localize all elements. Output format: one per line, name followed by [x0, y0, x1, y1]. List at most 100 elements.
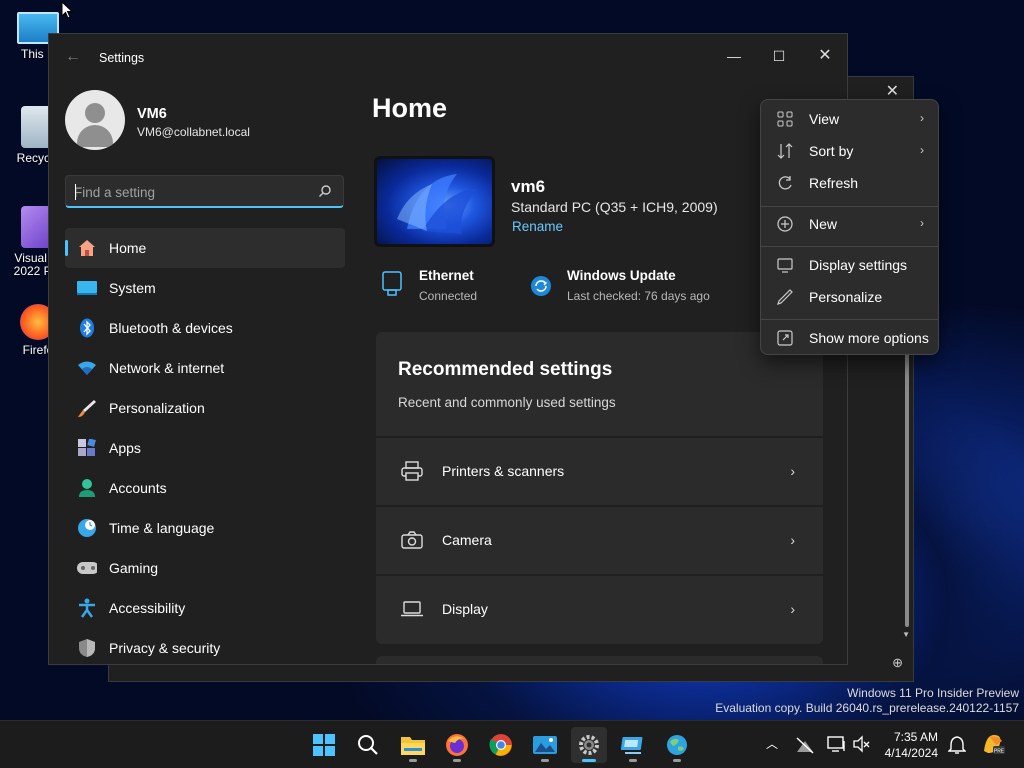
card-subtitle: Recent and commonly used settings: [398, 395, 616, 410]
chevron-right-icon: ›: [920, 111, 924, 125]
remote-desktop-button[interactable]: [615, 727, 651, 763]
sidebar-item-label: Bluetooth & devices: [109, 320, 233, 336]
sidebar-item-label: Network & internet: [109, 360, 225, 376]
menu-item-display-settings[interactable]: Display settings: [765, 249, 936, 281]
text-cursor: [75, 184, 76, 200]
sidebar-item-label: Time & language: [109, 520, 215, 536]
tray-overflow-chevron-icon[interactable]: ︿: [766, 735, 778, 752]
network-disconnected-icon[interactable]: [795, 736, 815, 754]
running-indicator: [541, 759, 549, 762]
rename-link[interactable]: Rename: [512, 219, 563, 234]
home-icon: [77, 238, 97, 258]
menu-separator: [761, 319, 938, 320]
sidebar-item-label: Gaming: [109, 560, 159, 576]
recommended-item-camera[interactable]: Camera ›: [376, 505, 823, 573]
new-plus-icon: [775, 216, 795, 232]
camera-icon: [400, 531, 424, 549]
sidebar-item-label: Home: [109, 240, 147, 256]
windows-update-last-checked: Last checked: 76 days ago: [567, 289, 710, 303]
settings-taskbar-button[interactable]: [571, 727, 607, 763]
image-app-button[interactable]: [527, 727, 563, 763]
menu-item-personalize[interactable]: Personalize: [765, 281, 936, 313]
avatar[interactable]: [65, 90, 125, 150]
recommended-settings-card: Recommended settings Recent and commonly…: [376, 332, 823, 644]
more-options-icon: [775, 330, 795, 346]
menu-item-label: Sort by: [809, 143, 854, 159]
personalization-icon: [77, 398, 97, 418]
sidebar-item-accounts[interactable]: Accounts: [65, 468, 345, 508]
taskbar-search-button[interactable]: [350, 727, 386, 763]
display-network-icon[interactable]: [827, 735, 847, 753]
recommended-item-printers[interactable]: Printers & scanners ›: [376, 436, 823, 504]
menu-item-sort-by[interactable]: Sort by ›: [765, 135, 936, 167]
clock[interactable]: 7:35 AM 4/14/2024: [880, 729, 938, 761]
sidebar-item-gaming[interactable]: Gaming: [65, 548, 345, 588]
scrollbar[interactable]: [905, 337, 909, 627]
accessibility-icon: [77, 598, 97, 618]
sort-icon: [775, 143, 795, 159]
sidebar-item-personalization[interactable]: Personalization: [65, 388, 345, 428]
sidebar-item-time-language[interactable]: Time & language: [65, 508, 345, 548]
close-icon[interactable]: ✕: [886, 81, 899, 101]
recommended-item-display[interactable]: Display ›: [376, 574, 823, 642]
firefox-button[interactable]: [439, 727, 475, 763]
volume-muted-icon[interactable]: [852, 735, 872, 753]
sidebar-item-bluetooth[interactable]: Bluetooth & devices: [65, 308, 345, 348]
menu-item-view[interactable]: View ›: [765, 103, 936, 135]
sidebar-item-label: Apps: [109, 440, 141, 456]
user-email: VM6@collabnet.local: [137, 125, 250, 139]
time-language-icon: [77, 518, 97, 538]
menu-item-show-more-options[interactable]: Show more options: [765, 322, 936, 354]
sidebar-item-network[interactable]: Network & internet: [65, 348, 345, 388]
recommended-item-label: Printers & scanners: [442, 463, 565, 479]
ethernet-icon: [381, 270, 403, 301]
back-arrow-icon[interactable]: ←: [65, 48, 81, 66]
active-indicator: [582, 759, 596, 762]
search-icon[interactable]: [318, 184, 332, 198]
maximize-button[interactable]: ☐: [756, 40, 802, 72]
card-title: Recommended settings: [398, 359, 613, 380]
gaming-icon: [77, 558, 97, 578]
browser-globe-icon: [667, 735, 687, 755]
firefox-icon: [446, 734, 468, 756]
title-bar[interactable]: ← Settings — ☐ ✕: [49, 34, 847, 82]
watermark-edition: Windows 11 Pro Insider Preview: [847, 686, 1019, 700]
file-explorer-button[interactable]: [395, 727, 431, 763]
sidebar-item-privacy[interactable]: Privacy & security: [65, 628, 345, 664]
chevron-right-icon: ›: [920, 216, 924, 230]
zoom-icon[interactable]: ⊕: [892, 655, 903, 671]
close-button[interactable]: ✕: [802, 40, 847, 72]
sidebar-item-apps[interactable]: Apps: [65, 428, 345, 468]
sidebar-item-label: Personalization: [109, 400, 205, 416]
ethernet-title: Ethernet: [419, 268, 474, 283]
windows-update-status[interactable]: Windows Update Last checked: 76 days ago: [567, 268, 710, 303]
sidebar-item-system[interactable]: System: [65, 268, 345, 308]
menu-item-label: Display settings: [809, 257, 908, 273]
start-button[interactable]: [306, 727, 342, 763]
image-app-icon: [533, 736, 557, 754]
notification-bell-icon[interactable]: [948, 735, 966, 755]
menu-item-refresh[interactable]: Refresh: [765, 167, 936, 199]
menu-separator: [761, 246, 938, 247]
search-icon: [358, 735, 378, 755]
recommended-item-label: Camera: [442, 532, 492, 548]
pen-icon: [775, 289, 795, 305]
sidebar-item-label: System: [109, 280, 156, 296]
sidebar-nav: Home System Bluetooth & devices Network …: [65, 228, 345, 664]
laptop-display-icon: [400, 601, 424, 617]
printer-icon: [400, 461, 424, 481]
search-box[interactable]: [65, 175, 344, 208]
scroll-down-icon[interactable]: ▼: [902, 630, 910, 639]
sidebar-item-label: Privacy & security: [109, 640, 221, 656]
menu-item-new[interactable]: New ›: [765, 208, 936, 240]
sidebar-item-home[interactable]: Home: [65, 228, 345, 268]
remote-desktop-icon: [621, 737, 643, 754]
browser-globe-button[interactable]: [659, 727, 695, 763]
ethernet-status[interactable]: Ethernet Connected: [419, 268, 477, 303]
copilot-preview-icon[interactable]: PRE: [980, 731, 1006, 757]
sidebar-item-accessibility[interactable]: Accessibility: [65, 588, 345, 628]
search-input[interactable]: [74, 182, 304, 202]
minimize-button[interactable]: —: [711, 40, 757, 72]
chrome-button[interactable]: [483, 727, 519, 763]
user-name: VM6: [137, 106, 167, 122]
